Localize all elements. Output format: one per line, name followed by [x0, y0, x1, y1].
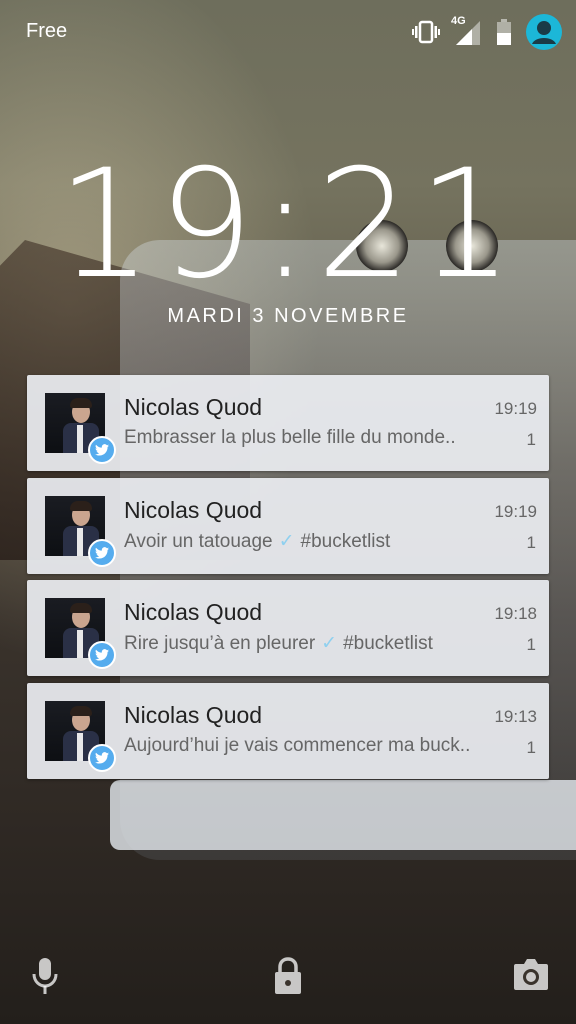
- notification-message: Avoir un tatouage: [124, 531, 273, 552]
- notification-count: 1: [526, 533, 536, 552]
- twitter-icon: [88, 744, 116, 772]
- user-avatar-icon[interactable]: [526, 14, 562, 50]
- notification-card[interactable]: Nicolas Quod 19:19 Avoir un tatouage ✓ #bu…: [27, 478, 549, 574]
- notification-sender: Nicolas Quod: [124, 394, 263, 420]
- twitter-icon: [88, 641, 116, 669]
- notification-count: 1: [526, 635, 536, 654]
- network-type: 4G: [451, 15, 466, 27]
- notification-time: 19:19: [494, 399, 537, 418]
- notification-time: 19:18: [494, 604, 537, 623]
- notification-hashtag: #bucketlist: [300, 531, 391, 552]
- microphone-icon[interactable]: [30, 956, 60, 1001]
- vibrate-icon: [412, 20, 440, 44]
- notification-message: Rire jusqu’à en pleurer: [124, 633, 316, 654]
- notification-card[interactable]: Nicolas Quod 19:13 Aujourd’hui je vais c…: [27, 683, 549, 779]
- notification-text: Aujourd’hui je vais commencer ma buck..: [124, 735, 470, 757]
- notification-count: 1: [526, 738, 536, 757]
- carrier-name: Free: [26, 20, 68, 42]
- notification-text: Rire jusqu’à en pleurer ✓ #bucketlist: [124, 632, 433, 655]
- notification-time: 19:19: [494, 502, 537, 521]
- check-icon: ✓: [278, 531, 295, 552]
- signal-icon: 4G: [451, 15, 482, 45]
- notification-sender: Nicolas Quod: [124, 702, 263, 728]
- lockscreen-clock: 19:21: [56, 138, 520, 312]
- car-bumper: [110, 780, 576, 850]
- battery-icon: [496, 19, 512, 45]
- status-icons: 4G: [412, 14, 562, 50]
- notification-sender: Nicolas Quod: [124, 497, 263, 523]
- twitter-icon: [88, 436, 116, 464]
- lockscreen-date: MARDI 3 NOVEMBRE: [167, 305, 409, 327]
- check-icon: ✓: [321, 633, 338, 654]
- notification-text: Embrasser la plus belle fille du monde..: [124, 427, 456, 449]
- notification-card[interactable]: Nicolas Quod 19:19 Embrasser la plus bel…: [27, 375, 549, 471]
- notification-time: 19:13: [494, 707, 537, 726]
- notification-text: Avoir un tatouage ✓ #bucketlist: [124, 530, 390, 553]
- notification-count: 1: [526, 430, 536, 449]
- notification-card[interactable]: Nicolas Quod 19:18 Rire jusqu’à en pleur…: [27, 580, 549, 676]
- notification-hashtag: #bucketlist: [343, 633, 433, 654]
- lock-icon[interactable]: [272, 956, 304, 1001]
- notification-message: Aujourd’hui je vais commencer ma buck..: [124, 735, 471, 756]
- camera-icon[interactable]: [512, 956, 550, 999]
- twitter-icon: [88, 539, 116, 567]
- notification-message: Embrasser la plus belle fille du monde..: [124, 427, 456, 448]
- notification-sender: Nicolas Quod: [124, 599, 263, 625]
- status-bar: Free 4G: [0, 0, 576, 64]
